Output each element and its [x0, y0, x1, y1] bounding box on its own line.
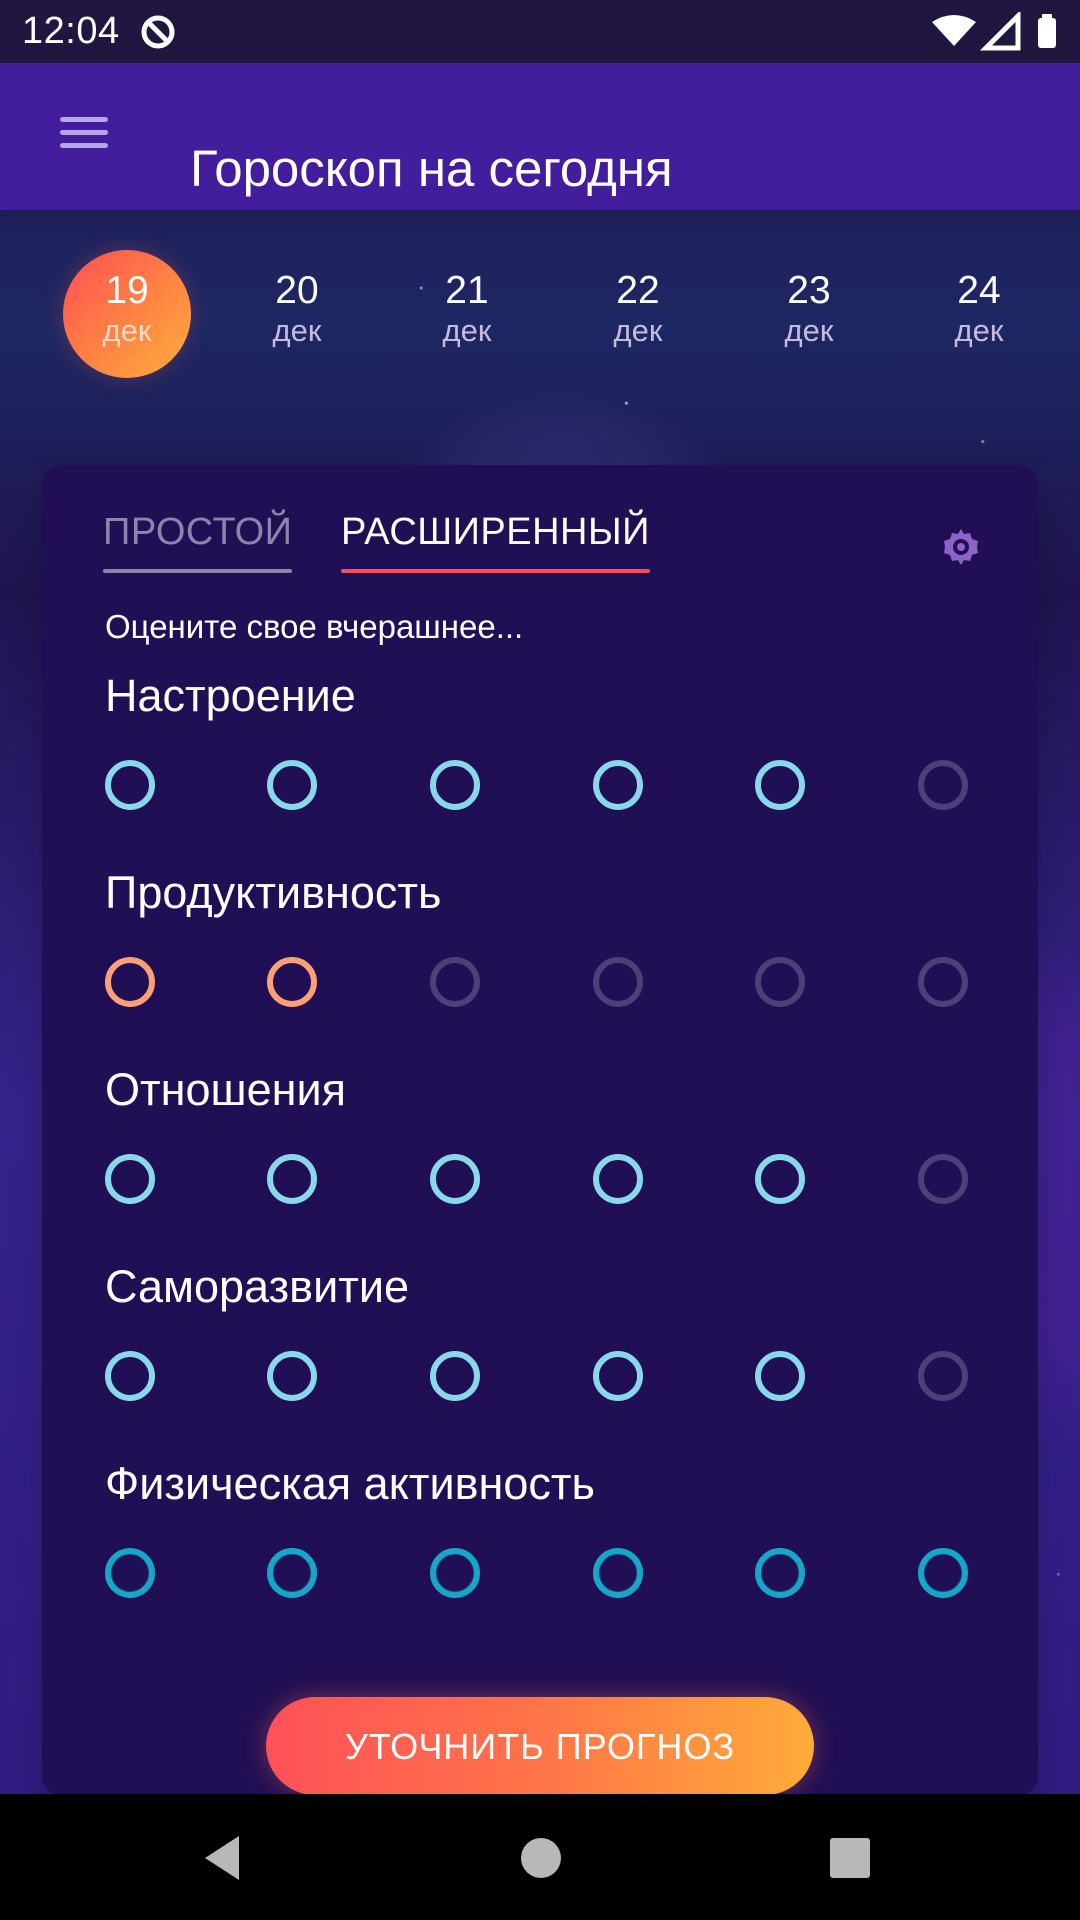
app-status-icon: [141, 15, 175, 49]
self-development-rating-dot-1[interactable]: [105, 1351, 155, 1401]
self-development-rating-section: Саморазвитие: [105, 1261, 985, 1421]
physical-activity-rating-dot-3[interactable]: [430, 1548, 480, 1598]
date-month: дек: [102, 313, 152, 348]
self-development-rating-dot-5[interactable]: [755, 1351, 805, 1401]
productivity-rating-row: [105, 957, 985, 1019]
physical-activity-rating-dot-2[interactable]: [267, 1548, 317, 1598]
relationships-rating-dot-2[interactable]: [267, 1154, 317, 1204]
relationships-rating-dot-3[interactable]: [430, 1154, 480, 1204]
mood-rating-dot-4[interactable]: [593, 760, 643, 810]
tab-simple[interactable]: ПРОСТОЙ: [103, 505, 293, 573]
productivity-rating-dot-3[interactable]: [430, 957, 480, 1007]
relationships-rating-dot-4[interactable]: [593, 1154, 643, 1204]
date-month: дек: [784, 313, 834, 348]
date-item-19[interactable]: 19 дек: [63, 250, 191, 378]
mood-rating-row: [105, 760, 985, 822]
relationships-rating-dot-1[interactable]: [105, 1154, 155, 1204]
mood-rating-dot-2[interactable]: [267, 760, 317, 810]
tab-simple-label: ПРОСТОЙ: [103, 511, 293, 553]
self-development-rating-row: [105, 1351, 985, 1413]
productivity-rating-section: Продуктивность: [105, 867, 985, 1027]
date-month: дек: [954, 313, 1004, 348]
mood-label: Настроение: [105, 670, 356, 721]
date-month: дек: [442, 313, 492, 348]
date-item-24[interactable]: 24 дек: [915, 250, 1043, 378]
signal-icon: [979, 12, 1021, 51]
date-month: дек: [272, 313, 322, 348]
rating-intro: Оцените свое вчерашнее...: [105, 608, 524, 645]
horoscope-rating-card: ПРОСТОЙ РАСШИРЕННЫЙ Оцените свое вчерашн…: [42, 465, 1038, 1795]
menu-button[interactable]: [55, 107, 113, 165]
relationships-rating-dot-6[interactable]: [918, 1154, 968, 1204]
date-day: 20: [275, 269, 319, 312]
tab-advanced-label: РАСШИРЕННЫЙ: [341, 511, 650, 553]
physical-activity-rating-dot-4[interactable]: [593, 1548, 643, 1598]
status-bar: 12:04: [0, 0, 1080, 63]
mood-rating-dot-3[interactable]: [430, 760, 480, 810]
self-development-label: Саморазвитие: [105, 1261, 409, 1312]
productivity-rating-dot-4[interactable]: [593, 957, 643, 1007]
productivity-label: Продуктивность: [105, 867, 442, 918]
status-time: 12:04: [22, 10, 120, 52]
self-development-rating-dot-2[interactable]: [267, 1351, 317, 1401]
mood-rating-dot-5[interactable]: [755, 760, 805, 810]
android-navigation-bar: [0, 1794, 1080, 1920]
physical-activity-rating-row: [105, 1548, 985, 1610]
productivity-rating-dot-2[interactable]: [267, 957, 317, 1007]
productivity-rating-dot-6[interactable]: [918, 957, 968, 1007]
mood-rating-dot-1[interactable]: [105, 760, 155, 810]
physical-activity-rating-dot-1[interactable]: [105, 1548, 155, 1598]
relationships-label: Отношения: [105, 1064, 346, 1115]
date-item-21[interactable]: 21 дек: [403, 250, 531, 378]
relationships-rating-row: [105, 1154, 985, 1216]
recents-icon[interactable]: [818, 1826, 882, 1890]
date-day: 19: [105, 269, 149, 312]
relationships-rating-section: Отношения: [105, 1064, 985, 1224]
home-icon[interactable]: [509, 1826, 573, 1890]
tab-advanced-underline: [341, 569, 650, 573]
menu-icon-line: [60, 117, 108, 122]
mood-rating-section: Настроение: [105, 670, 985, 830]
date-month: дек: [613, 313, 663, 348]
battery-icon: [1038, 18, 1056, 48]
physical-activity-rating-section: Физическая активность: [105, 1458, 985, 1618]
app-bar: Гороскоп на сегодня: [0, 63, 1080, 210]
tab-simple-underline: [103, 569, 293, 573]
date-day: 23: [787, 269, 831, 312]
back-icon[interactable]: [195, 1826, 259, 1890]
page-title: Гороскоп на сегодня: [190, 140, 673, 198]
productivity-rating-dot-5[interactable]: [755, 957, 805, 1007]
date-day: 22: [616, 269, 660, 312]
self-development-rating-dot-3[interactable]: [430, 1351, 480, 1401]
self-development-rating-dot-6[interactable]: [918, 1351, 968, 1401]
mood-rating-dot-6[interactable]: [918, 760, 968, 810]
physical-activity-label: Физическая активность: [105, 1458, 595, 1509]
refine-forecast-button[interactable]: УТОЧНИТЬ ПРОГНОЗ: [266, 1697, 814, 1795]
self-development-rating-dot-4[interactable]: [593, 1351, 643, 1401]
menu-icon-line: [60, 130, 108, 135]
system-status-icons: [932, 12, 1056, 51]
date-day: 24: [957, 269, 1001, 312]
menu-icon-line: [60, 143, 108, 148]
gear-icon[interactable]: [939, 525, 983, 569]
horoscope-screen: 12:04 Гороскоп на сегодня 19 дек 20 дек: [0, 0, 1080, 1920]
date-item-22[interactable]: 22 дек: [574, 250, 702, 378]
date-item-23[interactable]: 23 дек: [745, 250, 873, 378]
physical-activity-rating-dot-6[interactable]: [918, 1548, 968, 1598]
relationships-rating-dot-5[interactable]: [755, 1154, 805, 1204]
wifi-icon: [932, 15, 976, 46]
date-item-20[interactable]: 20 дек: [233, 250, 361, 378]
date-selector: 19 дек 20 дек 21 дек 22 дек 23 дек 24 де…: [0, 210, 1080, 420]
tab-advanced[interactable]: РАСШИРЕННЫЙ: [341, 505, 650, 573]
physical-activity-rating-dot-5[interactable]: [755, 1548, 805, 1598]
date-day: 21: [445, 269, 489, 312]
productivity-rating-dot-1[interactable]: [105, 957, 155, 1007]
